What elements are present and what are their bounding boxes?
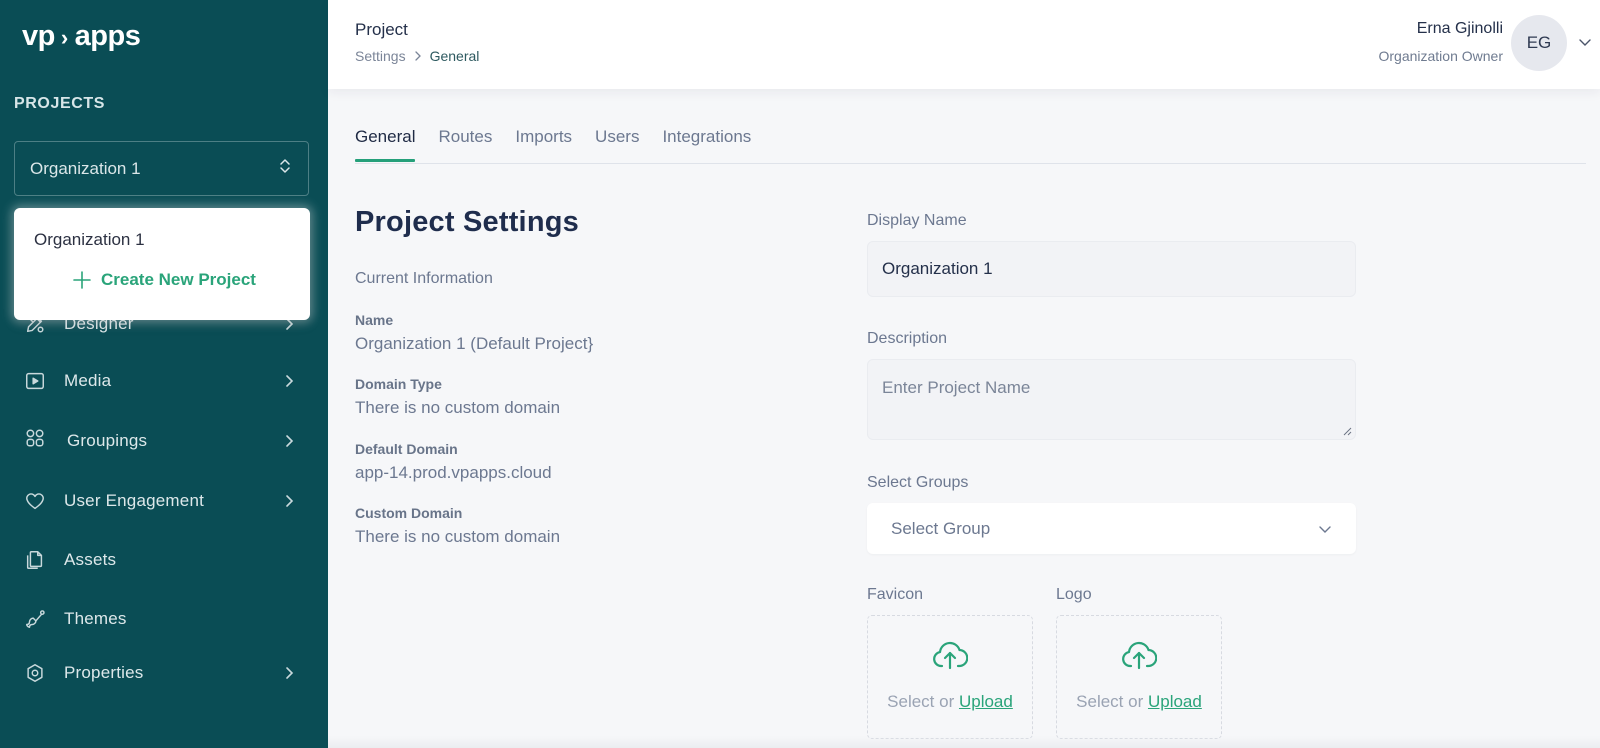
favicon-upload-dropzone[interactable]: Select or Upload bbox=[867, 615, 1033, 739]
sidebar-item-label: Groupings bbox=[67, 431, 148, 450]
chevron-right-icon bbox=[414, 51, 421, 61]
tab-general[interactable]: General bbox=[355, 127, 416, 162]
info-key: Domain Type bbox=[355, 376, 442, 392]
heart-icon bbox=[24, 490, 46, 512]
header-title: Project bbox=[355, 20, 408, 39]
display-name-input[interactable]: Organization 1 bbox=[867, 241, 1356, 297]
top-header: Project Settings General Erna Gjinolli O… bbox=[328, 0, 1600, 89]
info-name: Name Organization 1 (Default Project} bbox=[355, 312, 593, 354]
favicon-upload-text: Select or Upload bbox=[868, 692, 1032, 712]
brush-icon bbox=[24, 608, 46, 630]
select-group-placeholder: Select Group bbox=[891, 518, 991, 538]
description-label: Description bbox=[867, 330, 948, 347]
create-new-project-label: Create New Project bbox=[101, 270, 256, 289]
resize-handle-icon[interactable] bbox=[1343, 427, 1352, 436]
page-title: Project Settings bbox=[355, 206, 579, 238]
sidebar-item-assets[interactable]: Assets bbox=[0, 538, 328, 582]
breadcrumb-general: General bbox=[429, 48, 480, 64]
sidebar-item-user-engagement[interactable]: User Engagement bbox=[0, 479, 328, 523]
user-menu: Erna Gjinolli Organization Owner EG bbox=[1330, 0, 1600, 89]
plus-icon bbox=[73, 271, 91, 289]
favicon-label: Favicon bbox=[867, 586, 924, 603]
info-key: Default Domain bbox=[355, 441, 458, 457]
files-icon bbox=[24, 549, 46, 571]
description-textarea[interactable]: Enter Project Name bbox=[867, 359, 1356, 440]
sidebar-item-label: Properties bbox=[64, 663, 144, 682]
logo-text-vp: vp bbox=[22, 20, 55, 52]
chevron-right-icon bbox=[286, 375, 294, 387]
project-option[interactable]: Organization 1 bbox=[34, 230, 145, 250]
projects-section-label: PROJECTS bbox=[14, 95, 106, 112]
current-information-heading: Current Information bbox=[355, 270, 493, 287]
sidebar-item-label: Assets bbox=[64, 550, 117, 569]
info-custom-domain: Custom Domain There is no custom domain bbox=[355, 505, 560, 547]
sidebar-item-properties[interactable]: Properties bbox=[0, 651, 328, 695]
info-key: Custom Domain bbox=[355, 505, 463, 521]
sidebar-item-media[interactable]: Media bbox=[0, 359, 328, 403]
project-select[interactable]: Organization 1 bbox=[14, 141, 309, 196]
select-groups-label: Select Groups bbox=[867, 474, 969, 491]
chevron-down-icon[interactable] bbox=[1578, 37, 1592, 47]
sidebar: vp › apps PROJECTS Organization 1 Design… bbox=[0, 0, 328, 748]
info-value: There is no custom domain bbox=[355, 527, 561, 546]
tabs-divider bbox=[355, 163, 1586, 164]
media-icon bbox=[24, 370, 46, 392]
user-name: Erna Gjinolli bbox=[1416, 20, 1503, 37]
breadcrumb-settings[interactable]: Settings bbox=[355, 48, 406, 64]
logo-text-apps: apps bbox=[74, 20, 141, 52]
avatar[interactable]: EG bbox=[1511, 15, 1567, 71]
logo-separator: › bbox=[60, 24, 68, 50]
upload-prompt: Select or bbox=[1076, 692, 1148, 711]
sidebar-item-label: User Engagement bbox=[64, 491, 205, 510]
logo-upload-text: Select or Upload bbox=[1057, 692, 1221, 712]
display-name-value: Organization 1 bbox=[882, 259, 993, 278]
project-dropdown-menu: Organization 1 Create New Project bbox=[14, 208, 310, 320]
tab-users[interactable]: Users bbox=[595, 127, 639, 161]
logo-upload-dropzone[interactable]: Select or Upload bbox=[1056, 615, 1222, 739]
sidebar-item-themes[interactable]: Themes bbox=[0, 597, 328, 641]
tab-integrations[interactable]: Integrations bbox=[662, 127, 751, 161]
favicon-upload-link[interactable]: Upload bbox=[959, 692, 1013, 711]
groupings-icon bbox=[24, 427, 46, 449]
cloud-upload-icon bbox=[933, 641, 968, 670]
display-name-label: Display Name bbox=[867, 212, 967, 229]
select-group-dropdown[interactable]: Select Group bbox=[867, 503, 1356, 554]
info-value: app-14.prod.vpapps.cloud bbox=[355, 463, 552, 482]
chevron-right-icon bbox=[286, 667, 294, 679]
info-default-domain: Default Domain app-14.prod.vpapps.cloud bbox=[355, 441, 552, 483]
project-select-value: Organization 1 bbox=[30, 158, 141, 178]
info-value: Organization 1 (Default Project} bbox=[355, 334, 594, 353]
description-placeholder: Enter Project Name bbox=[882, 378, 1031, 397]
user-role: Organization Owner bbox=[1378, 48, 1503, 64]
info-domain-type: Domain Type There is no custom domain bbox=[355, 376, 560, 418]
sidebar-item-label: Media bbox=[64, 371, 112, 390]
sidebar-item-label: Themes bbox=[64, 609, 127, 628]
sidebar-item-groupings[interactable]: Groupings bbox=[0, 419, 328, 463]
logo-label: Logo bbox=[1056, 586, 1092, 603]
settings-tabs: General Routes Imports Users Integration… bbox=[355, 127, 774, 162]
upload-prompt: Select or bbox=[887, 692, 959, 711]
hexagon-settings-icon bbox=[24, 662, 46, 684]
chevron-up-down-icon bbox=[278, 158, 292, 179]
cloud-upload-icon bbox=[1122, 641, 1157, 670]
tab-imports[interactable]: Imports bbox=[515, 127, 572, 161]
info-value: There is no custom domain bbox=[355, 398, 561, 417]
logo-upload-link[interactable]: Upload bbox=[1148, 692, 1202, 711]
create-new-project-button[interactable]: Create New Project bbox=[72, 270, 256, 290]
chevron-right-icon bbox=[286, 495, 294, 507]
chevron-down-icon bbox=[1319, 525, 1331, 533]
info-key: Name bbox=[355, 312, 394, 328]
chevron-right-icon bbox=[286, 435, 294, 447]
brand-logo[interactable]: vp › apps bbox=[22, 20, 141, 53]
breadcrumb: Settings General bbox=[355, 48, 479, 64]
tab-routes[interactable]: Routes bbox=[438, 127, 492, 161]
